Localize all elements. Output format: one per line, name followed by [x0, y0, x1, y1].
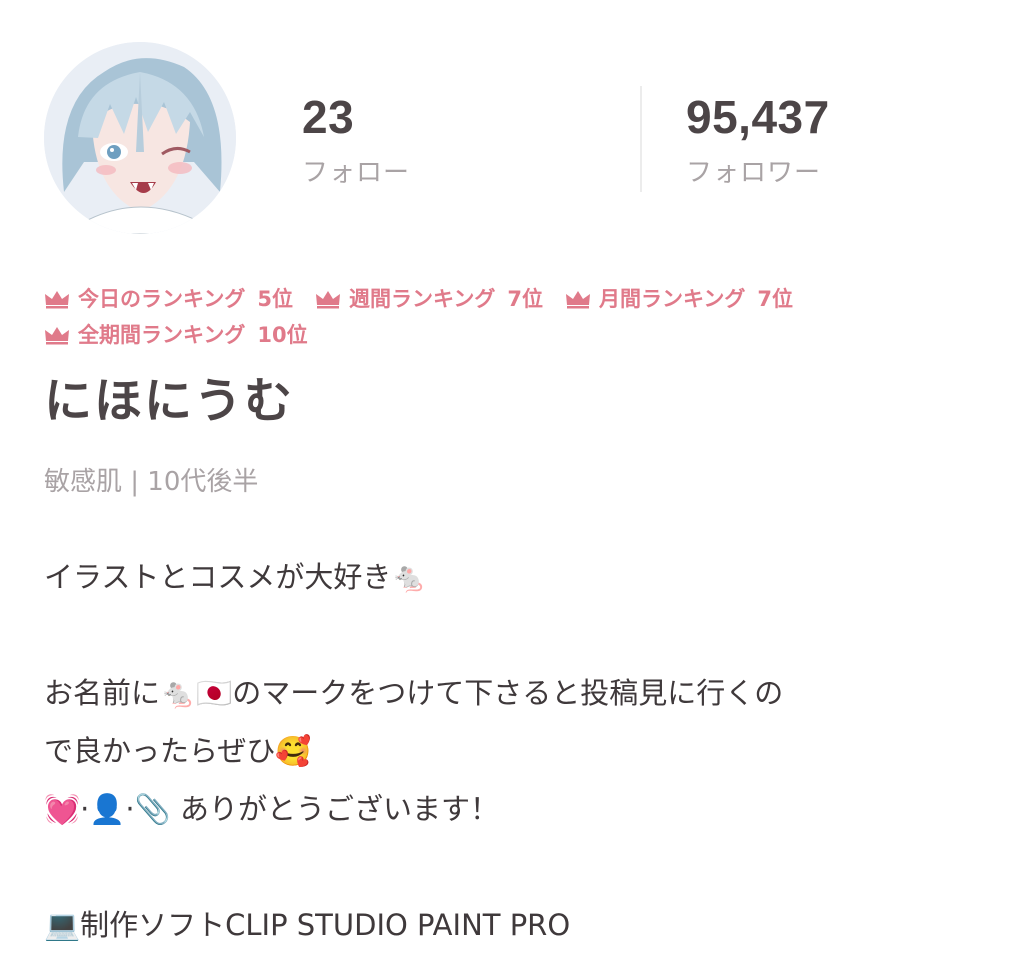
avatar[interactable]	[44, 42, 236, 234]
crown-icon	[45, 291, 69, 309]
stat-divider	[640, 86, 642, 192]
bio-spacer	[44, 838, 984, 896]
ranking-position: 5位	[257, 287, 293, 311]
follow-count: 23	[302, 91, 355, 143]
ranking-label: 今日のランキング	[78, 287, 246, 311]
profile-bio: イラストとコスメが大好き🐁 お名前に🐁🇯🇵のマークをつけて下さると投稿見に行くの…	[44, 548, 984, 954]
ranking-label: 週間ランキング	[349, 287, 496, 311]
follow-label: フォロー	[302, 158, 411, 188]
profile-name: にほにうむ	[44, 373, 295, 429]
ranking-position: 7位	[757, 287, 793, 311]
bio-spacer	[44, 606, 984, 664]
crown-icon	[316, 291, 340, 309]
bio-line: 💻制作ソフトCLIP STUDIO PAINT PRO	[44, 908, 571, 942]
profile-page: 23 フォロー 95,437 フォロワー 今日のランキング 5位 週間ランキング…	[0, 0, 1024, 969]
ranking-badge-weekly[interactable]: 週間ランキング 7位	[315, 284, 543, 314]
bio-line: イラストとコスメが大好き🐁	[44, 560, 428, 594]
follower-count: 95,437	[686, 91, 830, 143]
ranking-position: 10位	[257, 323, 308, 347]
avatar-illustration	[44, 42, 236, 234]
crown-icon	[45, 327, 69, 345]
ranking-badge-daily[interactable]: 今日のランキング 5位	[44, 284, 293, 314]
crown-icon	[566, 291, 590, 309]
bio-line: 💓·👤·📎 ありがとうございます！	[44, 792, 499, 826]
ranking-list: 今日のランキング 5位 週間ランキング 7位 月間ランキング 7位 全期間ランキ…	[44, 284, 924, 350]
ranking-label: 全期間ランキング	[78, 323, 246, 347]
profile-meta: 敏感肌 | 10代後半	[44, 467, 259, 497]
ranking-position: 7位	[507, 287, 543, 311]
ranking-badge-alltime[interactable]: 全期間ランキング 10位	[44, 320, 308, 350]
ranking-label: 月間ランキング	[599, 287, 746, 311]
bio-line: で良かったらぜひ🥰	[44, 734, 312, 768]
follower-label: フォロワー	[686, 158, 822, 188]
follower-stat[interactable]: 95,437 フォロワー	[686, 88, 830, 190]
follow-stat[interactable]: 23 フォロー	[302, 88, 410, 190]
bio-line: お名前に🐁🇯🇵のマークをつけて下さると投稿見に行くの	[44, 676, 784, 710]
ranking-badge-monthly[interactable]: 月間ランキング 7位	[565, 284, 793, 314]
